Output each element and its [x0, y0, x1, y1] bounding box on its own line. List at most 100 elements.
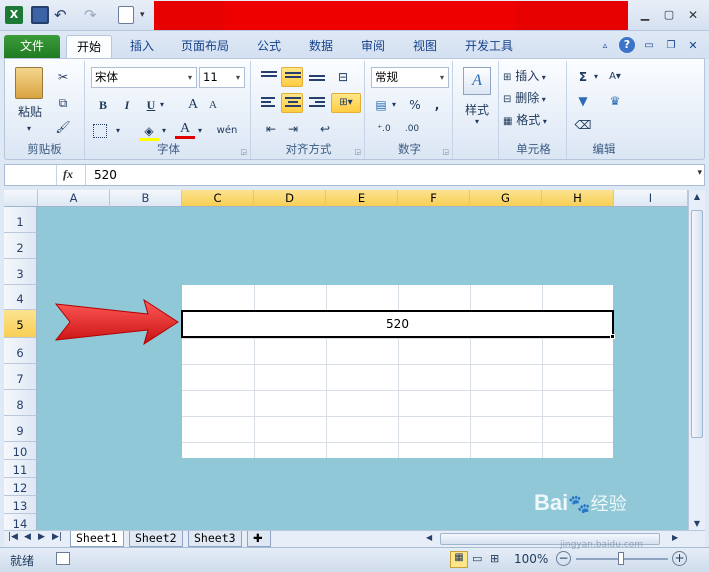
decrease-decimal-icon[interactable]: .00: [399, 119, 425, 139]
format-painter-icon[interactable]: 🖌: [53, 117, 73, 137]
row-header-3[interactable]: 3: [4, 259, 37, 285]
phonetic-button[interactable]: wén: [213, 121, 241, 141]
active-cell-c5[interactable]: 520: [181, 310, 614, 338]
undo-icon[interactable]: ↶: [54, 6, 76, 24]
row-header-14[interactable]: 14: [4, 514, 37, 530]
column-header-h[interactable]: H: [542, 190, 614, 207]
row-header-7[interactable]: 7: [4, 364, 37, 390]
row-header-2[interactable]: 2: [4, 233, 37, 259]
dialog-launcher-icon[interactable]: ◲: [442, 148, 449, 156]
dialog-launcher-icon[interactable]: ◲: [354, 148, 361, 156]
redo-icon[interactable]: ↷: [84, 6, 106, 24]
dialog-launcher-icon[interactable]: ◲: [240, 148, 247, 156]
fx-icon[interactable]: fx: [63, 167, 73, 182]
save-icon[interactable]: [31, 6, 49, 24]
last-sheet-icon[interactable]: ▶|: [52, 532, 62, 542]
tab-review[interactable]: 审阅: [352, 35, 394, 59]
page-layout-view-icon[interactable]: ▭: [472, 552, 482, 565]
column-header-a[interactable]: A: [38, 190, 110, 207]
paste-dropdown-icon[interactable]: ▾: [19, 119, 39, 139]
column-header-c[interactable]: C: [182, 190, 254, 207]
borders-icon[interactable]: [93, 124, 107, 138]
row-header-1[interactable]: 1: [4, 207, 37, 233]
shrink-font-button[interactable]: A: [203, 95, 223, 115]
increase-indent-icon[interactable]: ⇥: [283, 119, 303, 139]
doc-restore-icon[interactable]: ❐: [664, 35, 678, 59]
tab-page-layout[interactable]: 页面布局: [174, 35, 236, 59]
hscroll-right-icon[interactable]: ▶: [672, 533, 678, 542]
page-break-view-icon[interactable]: ⊞: [490, 552, 499, 565]
font-color-dropdown-icon[interactable]: ▾: [195, 121, 205, 141]
accounting-dropdown-icon[interactable]: ▾: [389, 95, 399, 115]
fill-icon[interactable]: ▼: [573, 91, 593, 111]
insert-cells-button[interactable]: ⊞ 插入 ▾: [503, 67, 565, 84]
hscroll-left-icon[interactable]: ◀: [426, 533, 432, 542]
wrap-text-icon[interactable]: ↩: [315, 119, 335, 139]
customize-qat-icon[interactable]: ▾: [140, 6, 152, 24]
grow-font-button[interactable]: A: [183, 95, 203, 115]
clear-icon[interactable]: ⌫: [573, 115, 593, 135]
insert-sheet-icon[interactable]: ✚: [247, 531, 271, 547]
zoom-slider-thumb[interactable]: [618, 552, 624, 565]
row-header-12[interactable]: 12: [4, 478, 37, 496]
find-select-icon[interactable]: ♛: [605, 91, 625, 111]
zoom-in-icon[interactable]: +: [672, 551, 687, 566]
column-header-g[interactable]: G: [470, 190, 542, 207]
minimize-icon[interactable]: ▁: [636, 8, 654, 22]
styles-dropdown-icon[interactable]: ▾: [455, 117, 499, 126]
borders-dropdown-icon[interactable]: ▾: [113, 121, 123, 141]
name-box[interactable]: [5, 165, 57, 185]
scroll-down-icon[interactable]: ▼: [689, 519, 705, 528]
styles-button[interactable]: 样式: [455, 101, 499, 118]
delete-cells-button[interactable]: ⊟ 删除 ▾: [503, 89, 565, 106]
macro-record-icon[interactable]: [56, 552, 70, 565]
row-header-13[interactable]: 13: [4, 496, 37, 514]
paste-button[interactable]: 粘贴: [13, 103, 47, 120]
font-color-button[interactable]: A: [175, 119, 195, 139]
orientation-icon[interactable]: ⊟: [333, 67, 353, 87]
autosum-button[interactable]: Σ: [573, 67, 593, 87]
print-preview-icon[interactable]: [118, 6, 134, 24]
expand-formula-icon[interactable]: ▾: [697, 168, 702, 178]
number-format-combo[interactable]: 常规 ▾: [371, 67, 449, 88]
styles-icon[interactable]: A: [463, 67, 491, 95]
cut-icon[interactable]: ✂: [53, 67, 73, 87]
sheet-tab-2[interactable]: Sheet2: [129, 531, 183, 547]
row-header-5[interactable]: 5: [4, 310, 37, 338]
tab-file[interactable]: 文件: [4, 35, 60, 59]
doc-close-icon[interactable]: ✕: [686, 35, 700, 59]
column-header-f[interactable]: F: [398, 190, 470, 207]
format-cells-button[interactable]: ▦ 格式 ▾: [503, 111, 565, 128]
tab-developer[interactable]: 开发工具: [456, 35, 522, 59]
row-header-4[interactable]: 4: [4, 285, 37, 310]
close-icon[interactable]: ✕: [684, 8, 702, 22]
doc-minimize-icon[interactable]: ▭: [642, 35, 656, 59]
align-center-icon[interactable]: [281, 93, 303, 113]
column-header-b[interactable]: B: [110, 190, 182, 207]
font-name-combo[interactable]: 宋体 ▾: [91, 67, 197, 88]
align-left-icon[interactable]: [261, 97, 277, 109]
fill-color-dropdown-icon[interactable]: ▾: [159, 121, 169, 141]
bold-button[interactable]: B: [93, 95, 113, 115]
vertical-scrollbar[interactable]: ▲ ▼: [688, 190, 705, 530]
first-sheet-icon[interactable]: |◀: [8, 532, 18, 542]
comma-button[interactable]: ,: [427, 95, 447, 115]
tab-data[interactable]: 数据: [300, 35, 342, 59]
merge-center-button[interactable]: ⊞▾: [331, 93, 361, 113]
worksheet-grid[interactable]: A B C D E F G H I 1 2 3 4 5 6 7 8 9 10 1…: [4, 190, 688, 530]
decrease-indent-icon[interactable]: ⇤: [261, 119, 281, 139]
fill-color-icon[interactable]: ◈: [139, 121, 159, 141]
scroll-up-icon[interactable]: ▲: [689, 192, 705, 201]
column-header-d[interactable]: D: [254, 190, 326, 207]
normal-view-icon[interactable]: ▦: [450, 551, 468, 568]
row-header-9[interactable]: 9: [4, 416, 37, 442]
column-header-e[interactable]: E: [326, 190, 398, 207]
font-size-combo[interactable]: 11 ▾: [199, 67, 245, 88]
ribbon-minimize-icon[interactable]: ▵: [598, 35, 612, 59]
zoom-level[interactable]: 100%: [514, 552, 548, 566]
maximize-icon[interactable]: ▢: [660, 8, 678, 22]
align-bottom-icon[interactable]: [309, 75, 325, 87]
prev-sheet-icon[interactable]: ◀: [24, 532, 31, 542]
fill-handle[interactable]: [610, 334, 615, 339]
paste-icon[interactable]: [15, 67, 43, 99]
